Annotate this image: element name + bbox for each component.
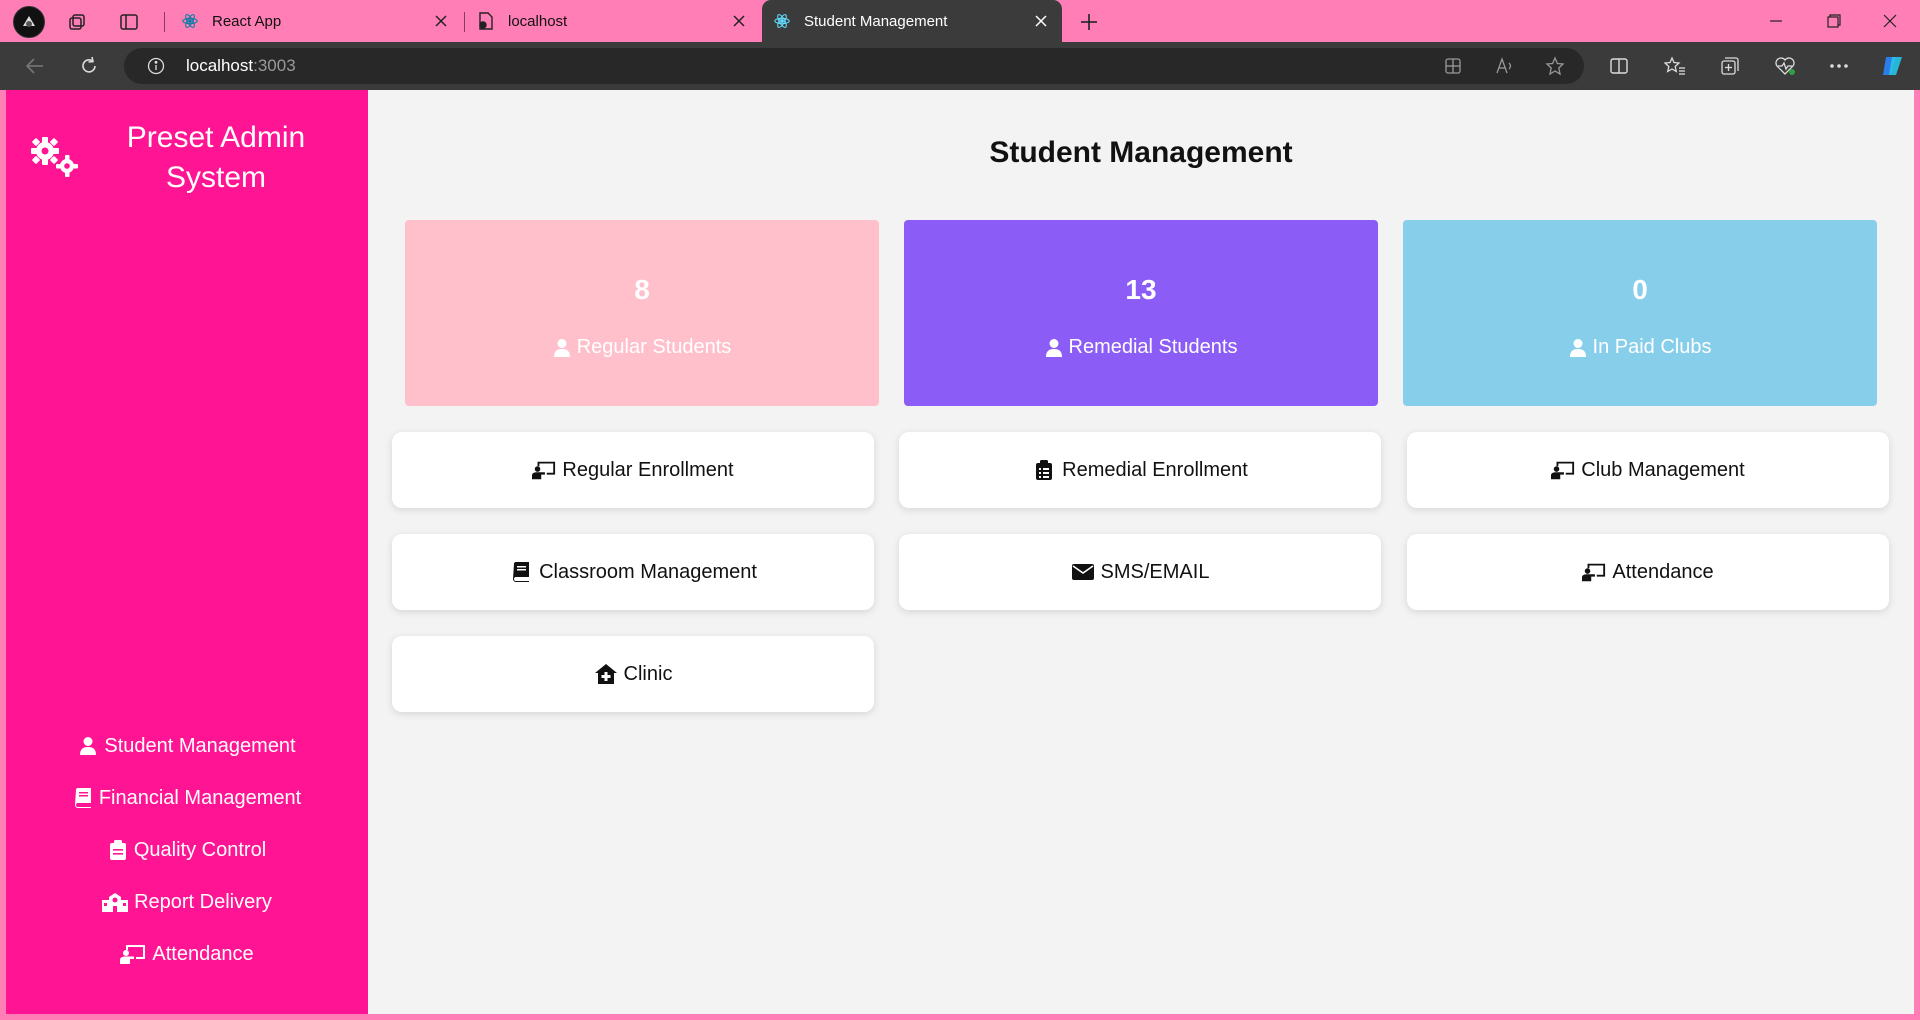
envelope-icon	[1071, 561, 1095, 583]
sidebar-item-quality-control[interactable]: Quality Control	[6, 824, 368, 876]
card-label: Classroom Management	[539, 560, 757, 583]
page-title: Student Management	[989, 136, 1293, 169]
sidebar-nav: Student Management Financial Management …	[6, 720, 368, 980]
stat-label: Regular Students	[576, 336, 732, 358]
url-host: localhost	[186, 56, 254, 75]
read-aloud-icon[interactable]	[1490, 51, 1520, 81]
tab-localhost[interactable]: localhost	[466, 0, 760, 42]
chalkboard-teacher-icon	[1582, 561, 1606, 583]
react-icon	[772, 11, 792, 31]
remedial-enrollment-button[interactable]: Remedial Enrollment	[899, 432, 1381, 508]
collections-icon[interactable]	[1713, 50, 1747, 82]
stat-value: 0	[1632, 274, 1648, 305]
close-tab-icon[interactable]	[1028, 8, 1054, 34]
app-title: Preset Admin System	[126, 121, 306, 194]
stat-card-in-paid-clubs: 0 In Paid Clubs	[1403, 220, 1877, 406]
close-window-icon[interactable]	[1870, 7, 1910, 35]
card-label: Regular Enrollment	[562, 458, 734, 481]
more-options-icon[interactable]	[1822, 50, 1856, 82]
book-icon	[509, 561, 533, 583]
copilot-icon[interactable]	[1876, 50, 1910, 82]
club-management-button[interactable]: Club Management	[1407, 432, 1889, 508]
user-icon	[78, 736, 98, 756]
split-screen-icon[interactable]	[1602, 50, 1636, 82]
house-medical-icon	[594, 663, 618, 685]
clipboard-list-icon	[1032, 459, 1056, 481]
card-label: Remedial Enrollment	[1062, 458, 1248, 481]
vertical-tabs-icon[interactable]	[116, 9, 142, 35]
stat-label: Remedial Students	[1068, 336, 1238, 358]
sidebar-item-label: Financial Management	[98, 786, 302, 809]
sidebar-item-attendance[interactable]: Attendance	[6, 928, 368, 980]
user-icon	[1569, 338, 1587, 358]
favorites-icon[interactable]	[1658, 50, 1692, 82]
browser-essentials-icon[interactable]	[1768, 50, 1802, 82]
clinic-button[interactable]: Clinic	[392, 636, 874, 712]
tab-title: React App	[212, 12, 282, 30]
classroom-management-button[interactable]: Classroom Management	[392, 534, 874, 610]
close-tab-icon[interactable]	[428, 8, 454, 34]
profile-avatar[interactable]	[13, 6, 45, 38]
sidebar-item-label: Quality Control	[133, 838, 267, 861]
refresh-icon[interactable]	[72, 50, 106, 82]
browser-tab-strip: React App localhost Student Management	[0, 0, 1920, 42]
sidebar: Preset Admin System Student Management F…	[6, 90, 368, 1014]
sidebar-item-student-management[interactable]: Student Management	[6, 720, 368, 772]
tab-student-management[interactable]: Student Management	[762, 0, 1062, 42]
school-icon	[102, 892, 129, 912]
tab-title: localhost	[508, 12, 568, 30]
stat-value: 13	[1125, 274, 1157, 305]
card-label: Clinic	[623, 662, 673, 685]
page-content: Preset Admin System Student Management F…	[6, 90, 1914, 1014]
chalkboard-teacher-icon	[1551, 459, 1575, 481]
app-available-icon[interactable]	[1438, 51, 1468, 81]
url-text[interactable]: localhost:3003	[186, 56, 296, 76]
user-icon	[553, 338, 571, 358]
sms-email-button[interactable]: SMS/EMAIL	[899, 534, 1381, 610]
sidebar-item-label: Attendance	[152, 942, 254, 965]
stat-value: 8	[634, 274, 650, 305]
card-label: Attendance	[1612, 560, 1714, 583]
card-label: Club Management	[1581, 458, 1745, 481]
react-icon	[180, 11, 200, 31]
user-icon	[1045, 338, 1063, 358]
sidebar-item-financial-management[interactable]: Financial Management	[6, 772, 368, 824]
browser-toolbar: localhost:3003	[0, 42, 1920, 90]
sidebar-item-label: Report Delivery	[134, 890, 272, 913]
main-content: Student Management 8 Regular Students 13…	[368, 90, 1914, 1014]
restore-icon[interactable]	[1814, 7, 1854, 35]
close-tab-icon[interactable]	[726, 8, 752, 34]
chalkboard-teacher-icon	[532, 459, 556, 481]
card-label: SMS/EMAIL	[1100, 560, 1210, 583]
tab-react-app[interactable]: React App	[170, 0, 462, 42]
stat-card-regular-students: 8 Regular Students	[405, 220, 879, 406]
back-arrow-icon[interactable]	[18, 50, 52, 82]
url-port: :3003	[253, 56, 296, 75]
clipboard-icon	[108, 840, 128, 860]
site-info-icon[interactable]	[146, 56, 166, 76]
sidebar-item-label: Student Management	[104, 734, 296, 757]
minimize-icon[interactable]	[1756, 7, 1796, 35]
stat-label: In Paid Clubs	[1592, 336, 1712, 358]
gears-icon	[28, 134, 84, 180]
favorite-star-icon[interactable]	[1540, 51, 1570, 81]
sidebar-item-report-delivery[interactable]: Report Delivery	[6, 876, 368, 928]
regular-enrollment-button[interactable]: Regular Enrollment	[392, 432, 874, 508]
tab-title: Student Management	[804, 12, 948, 30]
workspaces-icon[interactable]	[64, 9, 90, 35]
book-icon	[73, 788, 93, 808]
file-icon	[476, 11, 496, 31]
new-tab-button[interactable]	[1074, 7, 1104, 37]
chalkboard-teacher-icon	[120, 944, 146, 964]
stat-card-remedial-students: 13 Remedial Students	[904, 220, 1378, 406]
address-bar[interactable]: localhost:3003	[124, 48, 1584, 84]
attendance-button[interactable]: Attendance	[1407, 534, 1889, 610]
